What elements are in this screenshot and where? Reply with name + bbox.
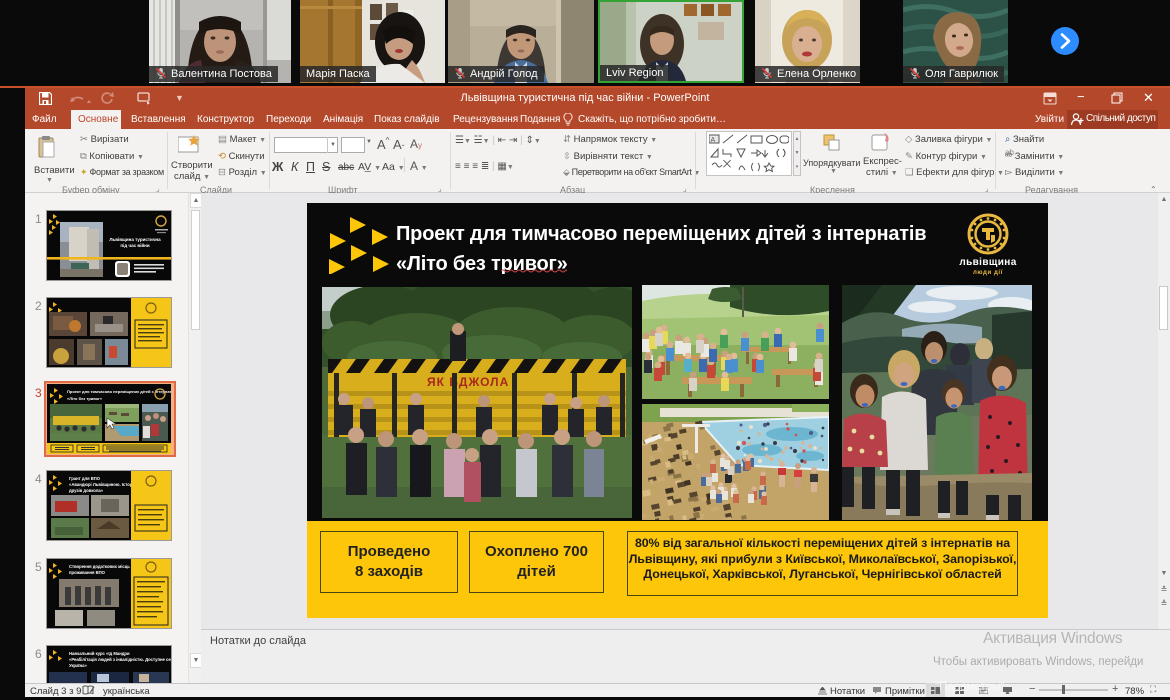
svg-text:Україна»: Україна»: [69, 663, 87, 668]
svg-text:проживання ВПО: проживання ВПО: [69, 570, 106, 575]
svg-text:Львівщина туристична: Львівщина туристична: [109, 237, 161, 242]
svg-text:друзів довкола»: друзів довкола»: [69, 488, 104, 493]
svg-text:«Реабілітація людей з інвалідн: «Реабілітація людей з інвалідністю. Дост…: [69, 657, 171, 662]
svg-text:Грант для ВПО: Грант для ВПО: [69, 476, 101, 481]
svg-text:львівщина: львівщина: [959, 257, 1016, 268]
svg-text:«Авандюрі Львівщиною. Історія: «Авандюрі Львівщиною. Історія: [69, 482, 137, 487]
svg-text:під час війни: під час війни: [120, 242, 149, 248]
svg-text:A: A: [711, 137, 716, 144]
svg-text:ЯК БДЖОЛА: ЯК БДЖОЛА: [427, 375, 509, 389]
svg-text:«Літо без тривог»: «Літо без тривог»: [67, 396, 103, 401]
svg-text:люди дії: люди дії: [973, 270, 1003, 276]
svg-text:Навчальний курс «Ід Мандри: Навчальний курс «Ід Мандри: [69, 651, 130, 656]
svg-text:Створення додаткових місць для: Створення додаткових місць для: [69, 564, 139, 569]
